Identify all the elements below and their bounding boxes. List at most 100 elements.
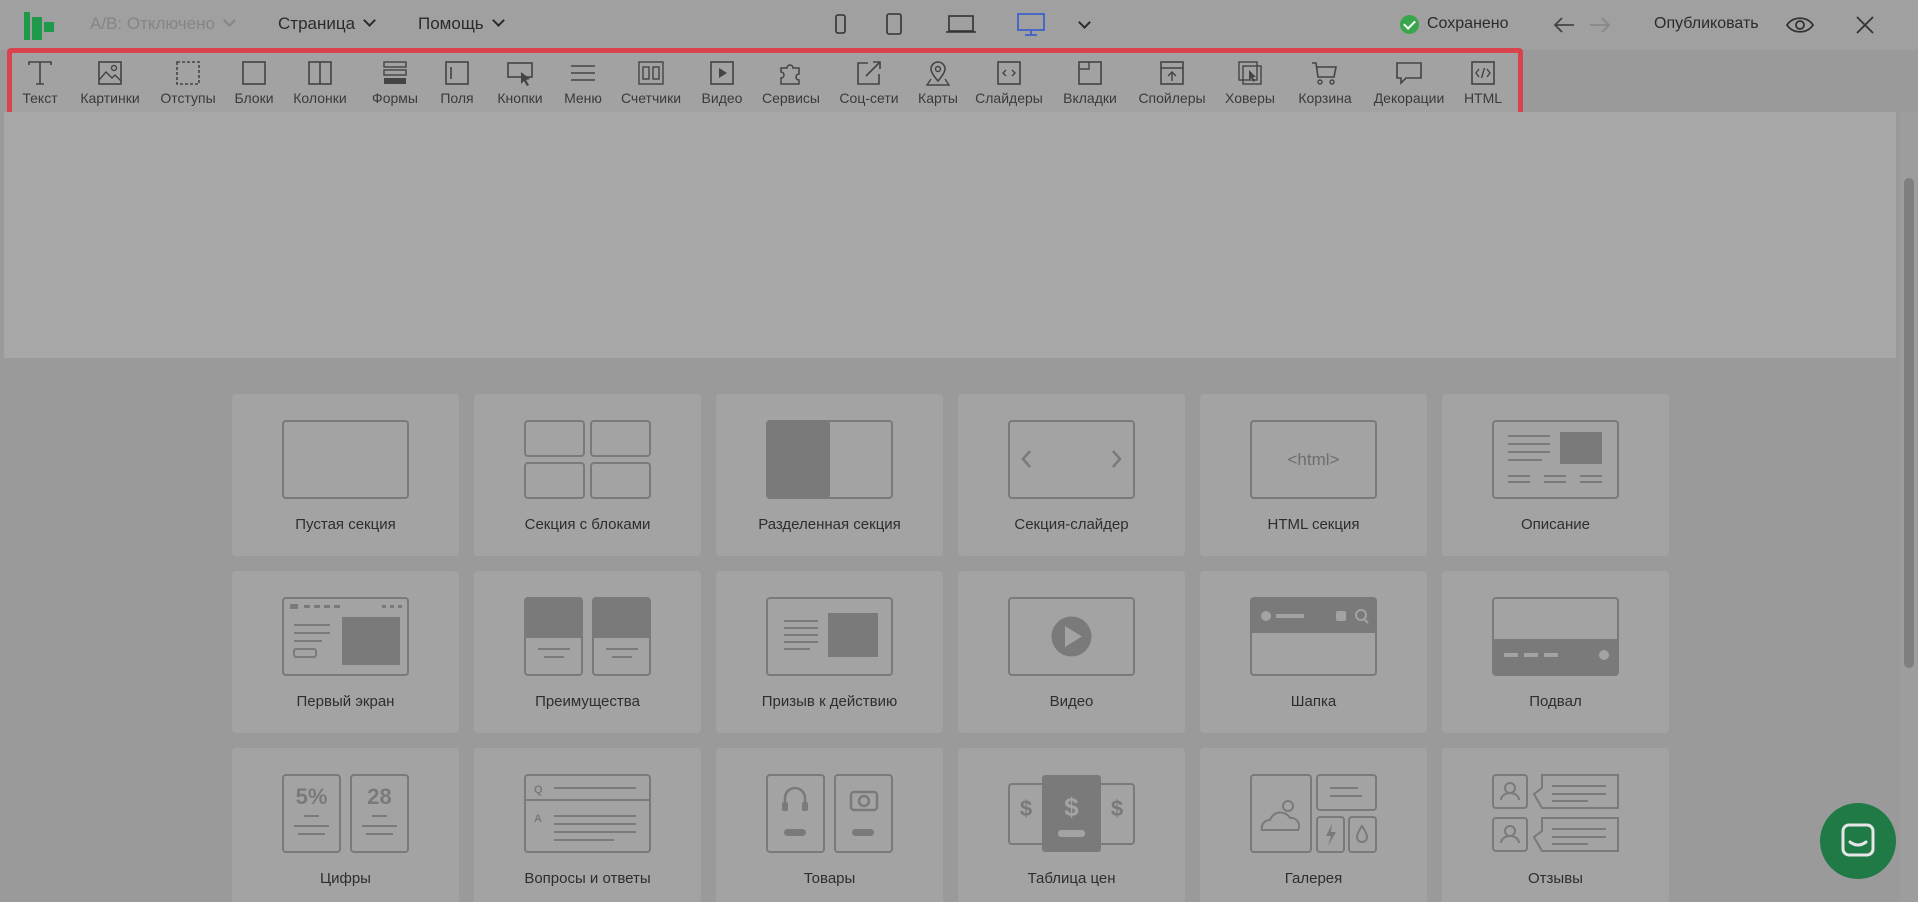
tool-video[interactable]: Видео: [697, 57, 747, 117]
chevron-down-icon: [223, 14, 236, 27]
tool-social[interactable]: Соц-сети: [837, 57, 901, 117]
tool-label: Меню: [564, 90, 602, 106]
counter-icon: [638, 61, 664, 85]
tool-label: Соц-сети: [839, 90, 899, 106]
desktop-view-icon[interactable]: [1016, 12, 1046, 38]
section-label: Товары: [803, 870, 856, 887]
section-reviews[interactable]: Отзывы: [1442, 748, 1669, 902]
speech-bubble-icon: [1396, 62, 1422, 85]
undo-arrow-icon[interactable]: [1552, 13, 1576, 37]
tool-fields[interactable]: Поля: [434, 57, 480, 117]
numbers-thumb-b: 28: [367, 784, 391, 809]
numbers-section-thumb: 5% 28: [282, 774, 409, 853]
numbers-thumb-a: 5%: [296, 784, 328, 809]
tool-spoilers[interactable]: Спойлеры: [1136, 57, 1208, 117]
section-video[interactable]: Видео: [958, 571, 1185, 733]
tool-label: Корзина: [1298, 90, 1352, 106]
tool-images[interactable]: Картинки: [74, 57, 146, 117]
section-gallery[interactable]: Галерея: [1200, 748, 1427, 902]
saved-check-icon: [1400, 15, 1419, 34]
section-label: Призыв к действию: [761, 693, 898, 710]
pricing-section-thumb: $ $ $: [1008, 775, 1135, 852]
section-first-screen[interactable]: Первый экран: [232, 571, 459, 733]
editor-canvas[interactable]: [4, 112, 1896, 358]
more-devices-dropdown[interactable]: [1070, 16, 1091, 36]
tool-label: Поля: [440, 90, 474, 106]
spacing-icon: [176, 61, 200, 85]
section-label: Описание: [1520, 516, 1591, 533]
section-label: Преимущества: [535, 693, 640, 710]
tool-tabs[interactable]: Вкладки: [1057, 57, 1123, 117]
tool-label: Картинки: [80, 90, 140, 106]
logo-icon: [24, 12, 54, 40]
chevron-down-icon: [363, 14, 376, 27]
footer-section-thumb: [1492, 597, 1619, 676]
pricing-thumb-left: $: [1020, 796, 1032, 821]
section-empty[interactable]: Пустая секция: [232, 394, 459, 556]
section-cta[interactable]: Призыв к действию: [716, 571, 943, 733]
spoiler-icon: [1160, 61, 1184, 85]
reviews-section-thumb: [1492, 774, 1619, 852]
section-pricing[interactable]: $ $ $ Таблица цен: [958, 748, 1185, 902]
help-menu[interactable]: Помощь: [418, 14, 505, 34]
tool-sliders[interactable]: Слайдеры: [974, 57, 1044, 117]
preview-eye-icon[interactable]: [1785, 12, 1815, 38]
publish-button[interactable]: Опубликовать: [1654, 15, 1759, 33]
section-benefits[interactable]: Преимущества: [474, 571, 701, 733]
html-section-thumb: <html>: [1250, 420, 1377, 499]
section-label: HTML секция: [1267, 516, 1360, 533]
section-label: Цифры: [320, 870, 371, 887]
close-icon[interactable]: [1854, 14, 1876, 36]
share-icon: [857, 61, 881, 85]
map-pin-icon: [925, 61, 951, 86]
tool-buttons[interactable]: Кнопки: [490, 57, 550, 117]
tool-label: Слайдеры: [975, 90, 1043, 106]
section-description[interactable]: Описание: [1442, 394, 1669, 556]
tool-label: Формы: [372, 90, 418, 106]
section-faq[interactable]: QA Вопросы и ответы: [474, 748, 701, 902]
section-blocks[interactable]: Секция с блоками: [474, 394, 701, 556]
gallery-section-thumb: [1250, 774, 1377, 853]
scrollbar-thumb[interactable]: [1904, 178, 1914, 668]
redo-arrow-icon[interactable]: [1588, 13, 1612, 37]
laptop-view-icon[interactable]: [945, 12, 977, 36]
slider-section-thumb: [1008, 420, 1135, 499]
tool-decorations[interactable]: Декорации: [1369, 57, 1449, 117]
section-footer[interactable]: Подвал: [1442, 571, 1669, 733]
tool-counters[interactable]: Счетчики: [618, 57, 684, 117]
tool-menu[interactable]: Меню: [557, 57, 609, 117]
mobile-view-icon[interactable]: [834, 12, 846, 36]
tool-cart[interactable]: Корзина: [1292, 57, 1358, 117]
help-menu-label: Помощь: [418, 14, 484, 33]
section-html[interactable]: <html> HTML секция: [1200, 394, 1427, 556]
tool-forms[interactable]: Формы: [367, 57, 423, 117]
section-label: Разделенная секция: [758, 516, 901, 533]
tool-services[interactable]: Сервисы: [758, 57, 824, 117]
scrollbar[interactable]: [1900, 112, 1918, 902]
columns-icon: [308, 61, 332, 85]
tabs-icon: [1078, 61, 1102, 85]
slider-icon: [997, 61, 1021, 85]
tool-text[interactable]: Текст: [12, 57, 68, 117]
tool-columns[interactable]: Колонки: [288, 57, 352, 117]
section-products[interactable]: Товары: [716, 748, 943, 902]
video-section-thumb: [1008, 597, 1135, 676]
tool-maps[interactable]: Карты: [912, 57, 964, 117]
tablet-view-icon[interactable]: [885, 12, 903, 36]
section-header[interactable]: Шапка: [1200, 571, 1427, 733]
tool-blocks[interactable]: Блоки: [227, 57, 281, 117]
section-label: Вопросы и ответы: [524, 870, 651, 887]
page-menu[interactable]: Страница: [278, 14, 376, 34]
pricing-thumb-center: $: [1064, 792, 1079, 822]
section-split[interactable]: Разделенная секция: [716, 394, 943, 556]
ab-test-dropdown[interactable]: А/В: Отключено: [90, 14, 236, 34]
tool-hovers[interactable]: Ховеры: [1221, 57, 1279, 117]
chat-widget-button[interactable]: [1820, 803, 1896, 879]
section-slider[interactable]: Секция-слайдер: [958, 394, 1185, 556]
section-numbers[interactable]: 5% 28 Цифры: [232, 748, 459, 902]
tool-html[interactable]: HTML: [1458, 57, 1508, 117]
tool-label: Видео: [701, 90, 743, 106]
cta-section-thumb: [766, 597, 893, 676]
header-section-thumb: [1250, 597, 1377, 676]
tool-spacing[interactable]: Отступы: [155, 57, 221, 117]
